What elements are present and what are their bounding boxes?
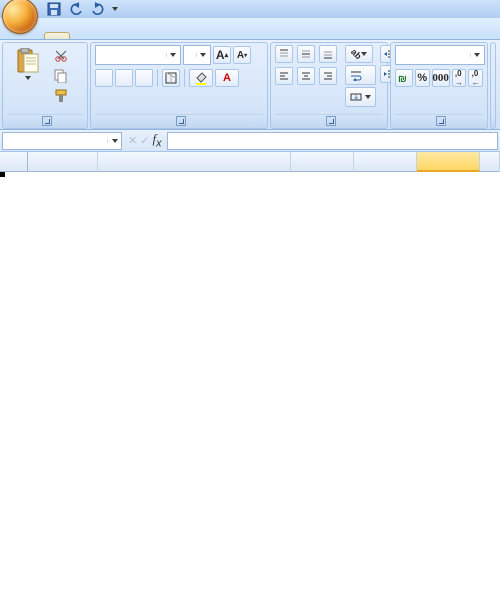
dialog-launcher-icon[interactable] bbox=[176, 116, 186, 126]
col-header-A[interactable] bbox=[28, 152, 99, 172]
chevron-down-icon bbox=[25, 76, 31, 80]
align-right-button[interactable] bbox=[319, 67, 337, 85]
tab-home[interactable] bbox=[44, 32, 70, 39]
font-size-combo[interactable] bbox=[183, 45, 211, 65]
tab-formulas[interactable] bbox=[124, 33, 148, 39]
chevron-down-icon bbox=[200, 53, 206, 57]
tab-review[interactable] bbox=[176, 33, 200, 39]
align-center-button[interactable] bbox=[297, 67, 315, 85]
copy-button[interactable] bbox=[51, 67, 71, 85]
cut-button[interactable] bbox=[51, 47, 71, 65]
cancel-icon: ✕ bbox=[128, 134, 137, 147]
worksheet-grid[interactable] bbox=[0, 152, 500, 172]
tab-data[interactable] bbox=[150, 33, 174, 39]
merge-center-button[interactable]: a bbox=[345, 87, 376, 107]
underline-button[interactable] bbox=[135, 69, 153, 87]
redo-icon[interactable] bbox=[90, 1, 106, 17]
tab-insert[interactable] bbox=[72, 33, 96, 39]
copy-icon bbox=[54, 69, 68, 83]
italic-button[interactable] bbox=[115, 69, 133, 87]
dialog-launcher-icon[interactable] bbox=[42, 116, 52, 126]
enter-icon: ✓ bbox=[140, 134, 149, 147]
col-header-F[interactable] bbox=[480, 152, 500, 172]
qat-dropdown-icon[interactable] bbox=[112, 7, 118, 11]
percent-style-button[interactable]: % bbox=[415, 69, 430, 87]
col-header-C[interactable] bbox=[291, 152, 354, 172]
formula-bar: ✕ ✓ fx bbox=[0, 130, 500, 152]
paintbrush-icon bbox=[54, 89, 68, 103]
decrease-decimal-button[interactable]: ,0← bbox=[468, 69, 483, 87]
formula-input[interactable] bbox=[167, 132, 498, 150]
save-icon[interactable] bbox=[46, 1, 62, 17]
orientation-button[interactable]: ab bbox=[345, 45, 373, 63]
group-cut bbox=[490, 42, 496, 129]
chevron-down-icon bbox=[365, 95, 371, 99]
grow-font-button[interactable]: A▴ bbox=[213, 46, 231, 64]
font-name-combo[interactable] bbox=[95, 45, 181, 65]
fx-icon[interactable]: fx bbox=[152, 131, 161, 150]
fill-color-button[interactable] bbox=[189, 69, 213, 87]
accounting-format-button[interactable]: ₪ bbox=[395, 69, 413, 87]
chevron-down-icon bbox=[474, 53, 480, 57]
borders-icon bbox=[165, 72, 177, 84]
align-top-button[interactable] bbox=[275, 45, 293, 63]
chevron-down-icon bbox=[112, 139, 118, 143]
select-all-corner[interactable] bbox=[0, 152, 28, 172]
col-header-D[interactable] bbox=[354, 152, 417, 172]
format-painter-button[interactable] bbox=[51, 87, 71, 105]
name-box[interactable] bbox=[2, 132, 122, 150]
quick-access-toolbar bbox=[46, 1, 118, 17]
shrink-font-button[interactable]: A▾ bbox=[233, 46, 251, 64]
clipboard-icon bbox=[14, 48, 40, 76]
increase-decimal-button[interactable]: ,0→ bbox=[452, 69, 467, 87]
group-alignment: ab a bbox=[270, 42, 388, 129]
chevron-down-icon bbox=[170, 53, 176, 57]
align-left-button[interactable] bbox=[275, 67, 293, 85]
dialog-launcher-icon[interactable] bbox=[436, 116, 446, 126]
bold-button[interactable] bbox=[95, 69, 113, 87]
tab-page-layout[interactable] bbox=[98, 33, 122, 39]
group-number: ₪ % 000 ,0→ ,0← bbox=[390, 42, 488, 129]
group-clipboard bbox=[2, 42, 88, 129]
ribbon-tabs bbox=[0, 18, 500, 40]
merge-icon: a bbox=[350, 91, 362, 103]
undo-icon[interactable] bbox=[68, 1, 84, 17]
wrap-text-button[interactable] bbox=[345, 65, 376, 85]
paste-button[interactable] bbox=[7, 45, 47, 114]
font-color-button[interactable]: A bbox=[215, 69, 239, 87]
wrap-icon bbox=[350, 69, 362, 81]
active-cell-outline bbox=[0, 172, 4, 176]
col-header-B[interactable] bbox=[98, 152, 291, 172]
number-format-combo[interactable] bbox=[395, 45, 485, 65]
align-bottom-button[interactable] bbox=[319, 45, 337, 63]
ribbon: A▴ A▾ A bbox=[0, 40, 500, 130]
borders-button[interactable] bbox=[162, 69, 180, 87]
scissors-icon bbox=[54, 49, 68, 63]
group-font: A▴ A▾ A bbox=[90, 42, 268, 129]
col-header-E[interactable] bbox=[417, 152, 480, 172]
currency-icon: ₪ bbox=[397, 72, 411, 84]
title-bar bbox=[0, 0, 500, 18]
align-middle-button[interactable] bbox=[297, 45, 315, 63]
svg-text:₪: ₪ bbox=[398, 74, 407, 84]
bucket-icon bbox=[194, 71, 208, 85]
dialog-launcher-icon[interactable] bbox=[326, 116, 336, 126]
comma-style-button[interactable]: 000 bbox=[432, 69, 450, 87]
